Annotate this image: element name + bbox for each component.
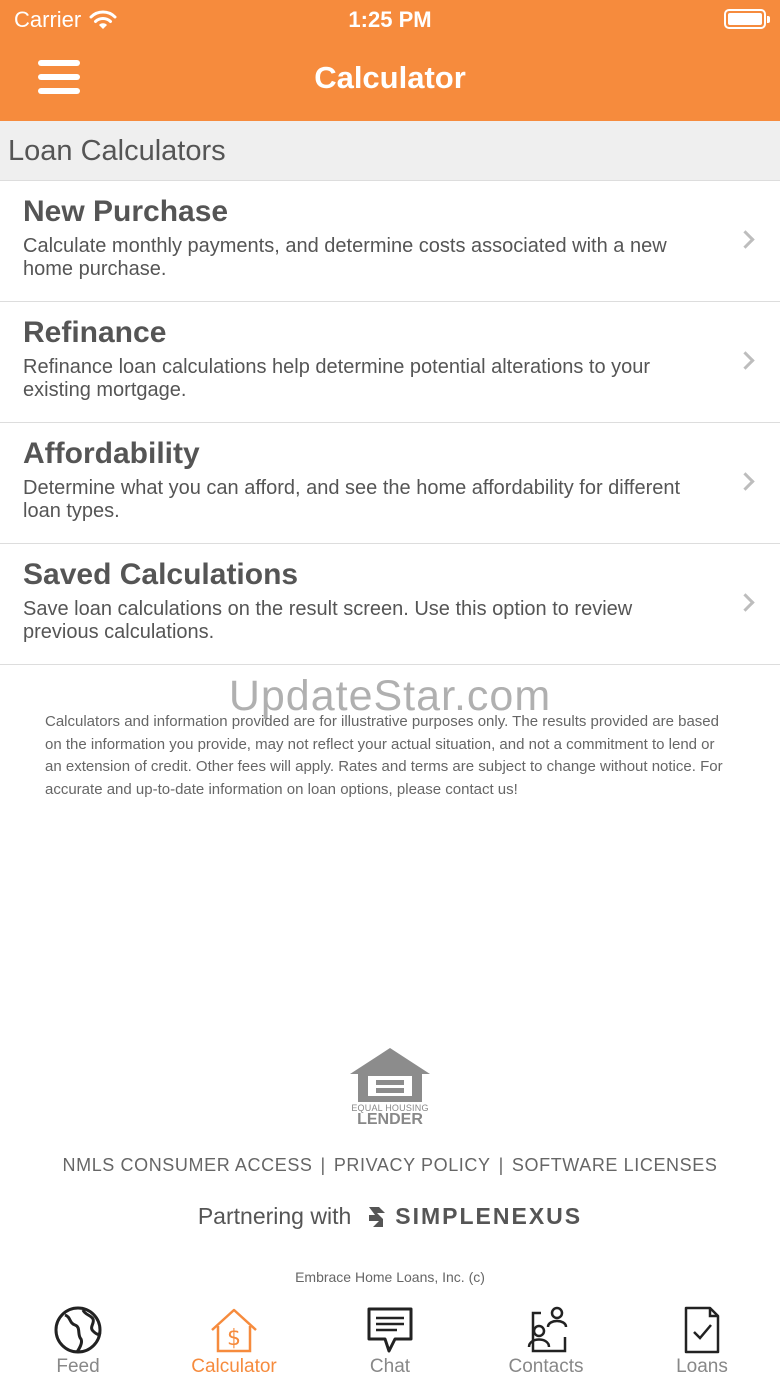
tab-label: Chat	[369, 1356, 411, 1377]
chevron-right-icon	[736, 351, 755, 370]
list-item-title: Affordability	[23, 437, 200, 470]
nmls-consumer-access-link[interactable]: NMLS CONSUMER ACCESS	[63, 1155, 313, 1175]
house-dollar-icon: $	[211, 1308, 257, 1353]
copyright-text: Embrace Home Loans, Inc. (c)	[295, 1269, 485, 1285]
simplenexus-wordmark: SIMPLENEXUS	[395, 1203, 583, 1229]
list-item-saved-calculations[interactable]: Saved Calculations Save loan calculation…	[0, 544, 780, 665]
chevron-right-icon	[736, 472, 755, 491]
tab-contacts[interactable]: Contacts	[468, 1300, 624, 1387]
list-item-title: New Purchase	[23, 195, 229, 228]
tab-label: Calculator	[191, 1356, 277, 1377]
list-item-title: Refinance	[23, 316, 167, 349]
link-separator: |	[320, 1155, 326, 1175]
list-item-title: Saved Calculations	[23, 558, 299, 591]
tab-feed[interactable]: Feed	[0, 1300, 156, 1387]
page-title: Calculator	[314, 60, 466, 95]
partner-row: Partnering with SIMPLENEXUS	[0, 1203, 780, 1230]
link-separator: |	[498, 1155, 504, 1175]
list-item-new-purchase[interactable]: New Purchase Calculate monthly payments,…	[0, 181, 780, 302]
tab-loans[interactable]: Loans	[624, 1300, 780, 1387]
tab-label: Loans	[676, 1356, 728, 1377]
tab-chat[interactable]: Chat	[312, 1300, 468, 1387]
list-item-description: Save loan calculations on the result scr…	[23, 598, 633, 643]
list-item-description: Determine what you can afford, and see t…	[23, 477, 681, 522]
equal-housing-line2: LENDER	[357, 1111, 423, 1128]
globe-icon	[54, 1306, 102, 1354]
tab-label: Feed	[56, 1356, 100, 1377]
status-time: 1:25 PM	[348, 7, 432, 32]
section-title: Loan Calculators	[8, 135, 226, 167]
tab-label: Contacts	[508, 1356, 584, 1377]
partner-label: Partnering with	[197, 1203, 352, 1229]
disclaimer-text: Calculators and information provided are…	[45, 713, 723, 799]
list-item-affordability[interactable]: Affordability Determine what you can aff…	[0, 423, 780, 544]
chat-icon	[367, 1307, 413, 1353]
software-licenses-link[interactable]: SOFTWARE LICENSES	[512, 1155, 718, 1175]
svg-text:$: $	[227, 1326, 241, 1351]
tab-bar: Feed $ Calculator Chat Contacts Loans	[0, 1300, 780, 1387]
app-header: Carrier 1:25 PM Calculator	[0, 0, 780, 121]
list-item-refinance[interactable]: Refinance Refinance loan calculations he…	[0, 302, 780, 423]
chevron-right-icon	[736, 230, 755, 249]
simplenexus-icon	[369, 1206, 386, 1227]
calculator-list: New Purchase Calculate monthly payments,…	[0, 181, 780, 665]
tab-calculator[interactable]: $ Calculator	[156, 1300, 312, 1387]
contacts-icon	[527, 1306, 568, 1353]
battery-icon	[724, 9, 770, 29]
list-item-description: Refinance loan calculations help determi…	[23, 356, 651, 401]
privacy-policy-link[interactable]: PRIVACY POLICY	[334, 1155, 491, 1175]
chevron-right-icon	[736, 593, 755, 612]
document-check-icon	[684, 1306, 720, 1354]
section-header: Loan Calculators	[0, 121, 780, 181]
footer-links: NMLS CONSUMER ACCESS | PRIVACY POLICY | SOFT…	[0, 1155, 780, 1176]
simplenexus-logo: SIMPLENEXUS	[365, 1203, 582, 1230]
list-item-description: Calculate monthly payments, and determin…	[23, 235, 667, 280]
